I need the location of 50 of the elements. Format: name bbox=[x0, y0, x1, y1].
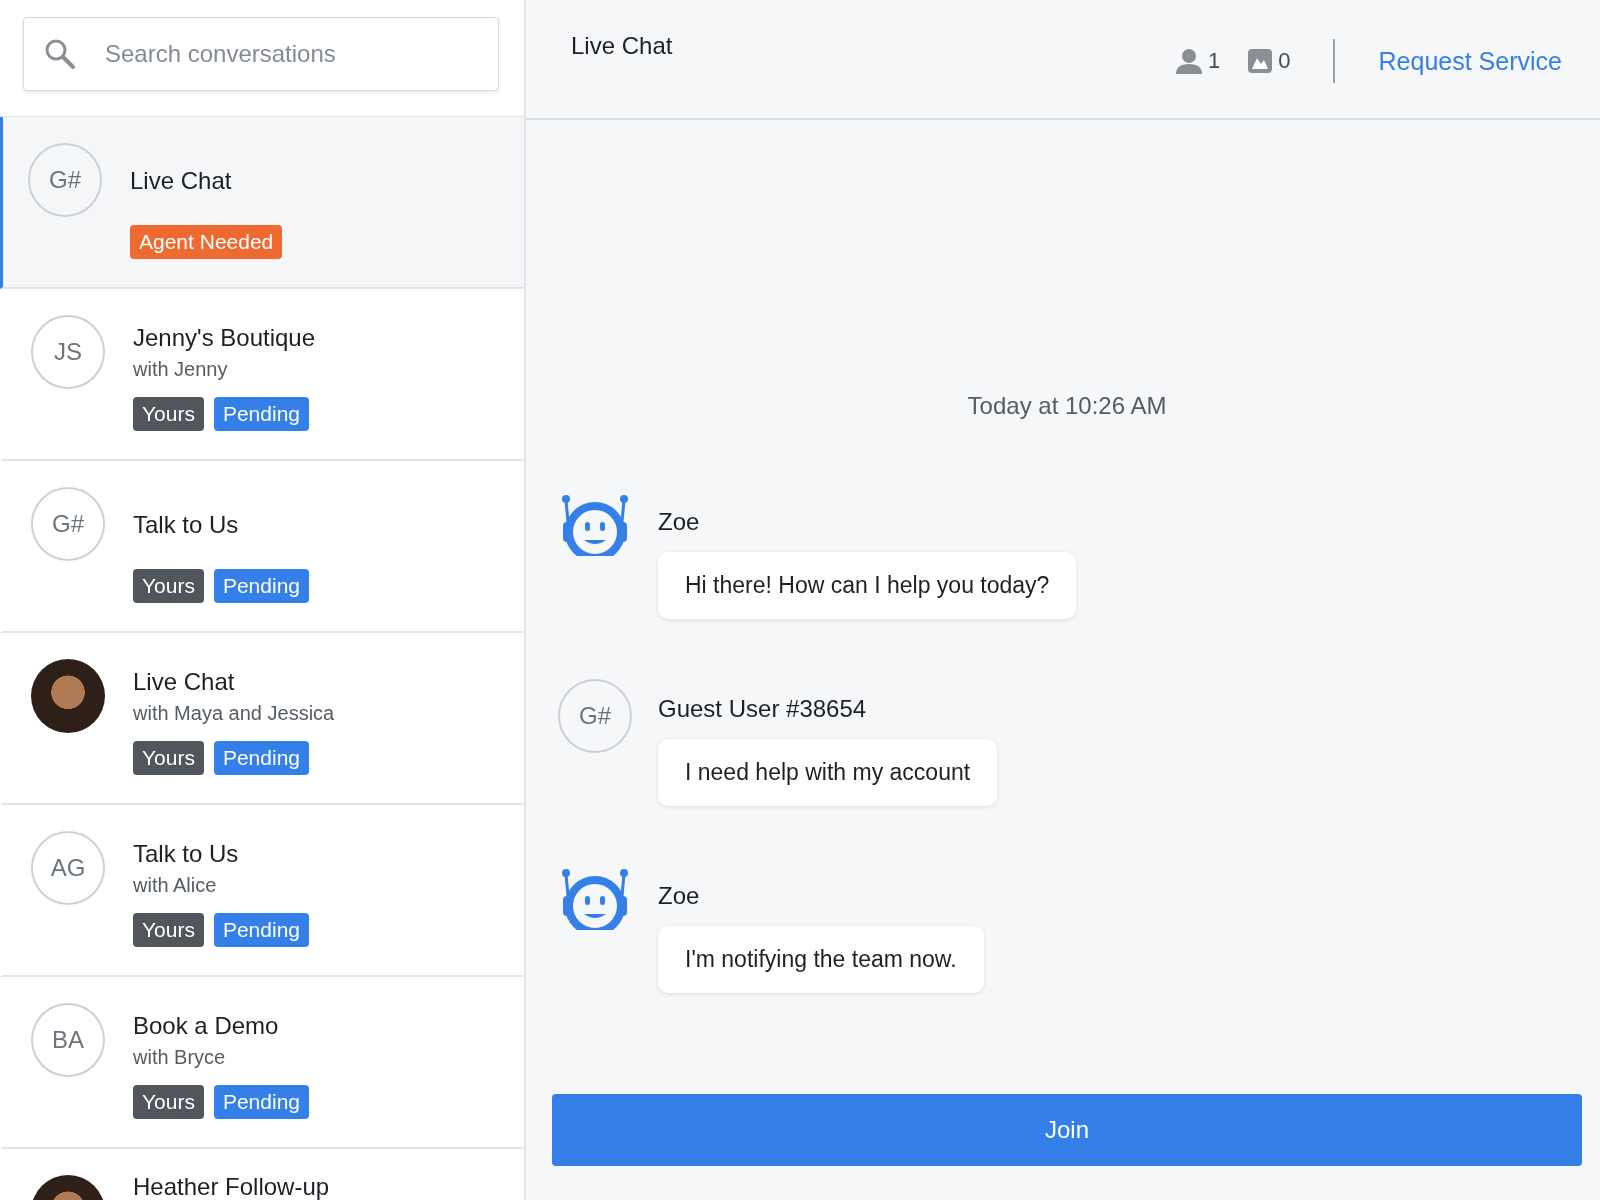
message-bubble: Hi there! How can I help you today? bbox=[658, 552, 1077, 619]
conversation-title: Live Chat bbox=[133, 667, 236, 697]
image-icon bbox=[1248, 49, 1273, 73]
conversation-title: Jenny's Boutique bbox=[133, 323, 316, 353]
tag: Pending bbox=[213, 1085, 309, 1119]
avatar: G# bbox=[558, 679, 632, 753]
timestamp: Today at 10:26 AM bbox=[966, 392, 1168, 420]
conversation-subtitle: with Jenny bbox=[133, 357, 229, 382]
conversation-item[interactable]: Heather Follow-up bbox=[0, 1149, 524, 1200]
tag: Yours bbox=[133, 397, 204, 431]
conversation-title: Book a Demo bbox=[133, 1011, 280, 1041]
conversation-item[interactable]: G# Talk to Us Yours Pending bbox=[0, 461, 524, 633]
avatar: G# bbox=[28, 143, 102, 217]
tag: Pending bbox=[213, 569, 309, 603]
tag: Pending bbox=[213, 397, 309, 431]
participant-count: 1 bbox=[1208, 48, 1221, 74]
tag: Yours bbox=[133, 569, 204, 603]
tag: Yours bbox=[133, 913, 204, 947]
avatar: JS bbox=[31, 315, 105, 389]
conversation-item[interactable]: JS Jenny's Boutique with Jenny Yours Pending bbox=[0, 289, 524, 461]
conversation-title: Talk to Us bbox=[133, 510, 240, 540]
tag: Agent Needed bbox=[130, 225, 283, 259]
tag: Yours bbox=[133, 741, 204, 775]
avatar: AG bbox=[31, 831, 105, 905]
message-bubble: I'm notifying the team now. bbox=[658, 926, 984, 993]
conversation-title: Heather Follow-up bbox=[133, 1172, 330, 1200]
conversation-item[interactable]: G# Live Chat Agent Needed bbox=[0, 117, 524, 289]
tag: Pending bbox=[213, 913, 309, 947]
chat-title: Live Chat bbox=[571, 31, 673, 61]
sender-name: Zoe bbox=[658, 507, 700, 537]
sender-name: Guest User #38654 bbox=[658, 694, 867, 724]
conversation-subtitle: with Maya and Jessica bbox=[133, 701, 335, 726]
avatar: BA bbox=[31, 1003, 105, 1077]
conversation-item[interactable]: Live Chat with Maya and Jessica Yours Pending bbox=[0, 633, 524, 805]
conversation-title: Live Chat bbox=[130, 166, 233, 196]
join-button[interactable]: Join bbox=[552, 1094, 1582, 1166]
search-field[interactable]: Search conversations bbox=[23, 17, 499, 91]
avatar: G# bbox=[31, 487, 105, 561]
request-service-link[interactable]: Request Service bbox=[1378, 46, 1562, 76]
conversation-item[interactable]: AG Talk to Us with Alice Yours Pending bbox=[0, 805, 524, 977]
image-count: 0 bbox=[1278, 48, 1291, 74]
message-bubble: I need help with my account bbox=[658, 739, 998, 806]
conversation-item[interactable]: BA Book a Demo with Bryce Yours Pending bbox=[0, 977, 524, 1149]
tag: Pending bbox=[213, 741, 309, 775]
tag: Yours bbox=[133, 1085, 204, 1119]
conversation-subtitle: with Bryce bbox=[133, 1045, 227, 1070]
sender-name: Zoe bbox=[658, 881, 700, 911]
person-icon bbox=[1176, 48, 1203, 74]
conversation-title: Talk to Us bbox=[133, 839, 240, 869]
conversation-subtitle: with Alice bbox=[133, 873, 218, 898]
